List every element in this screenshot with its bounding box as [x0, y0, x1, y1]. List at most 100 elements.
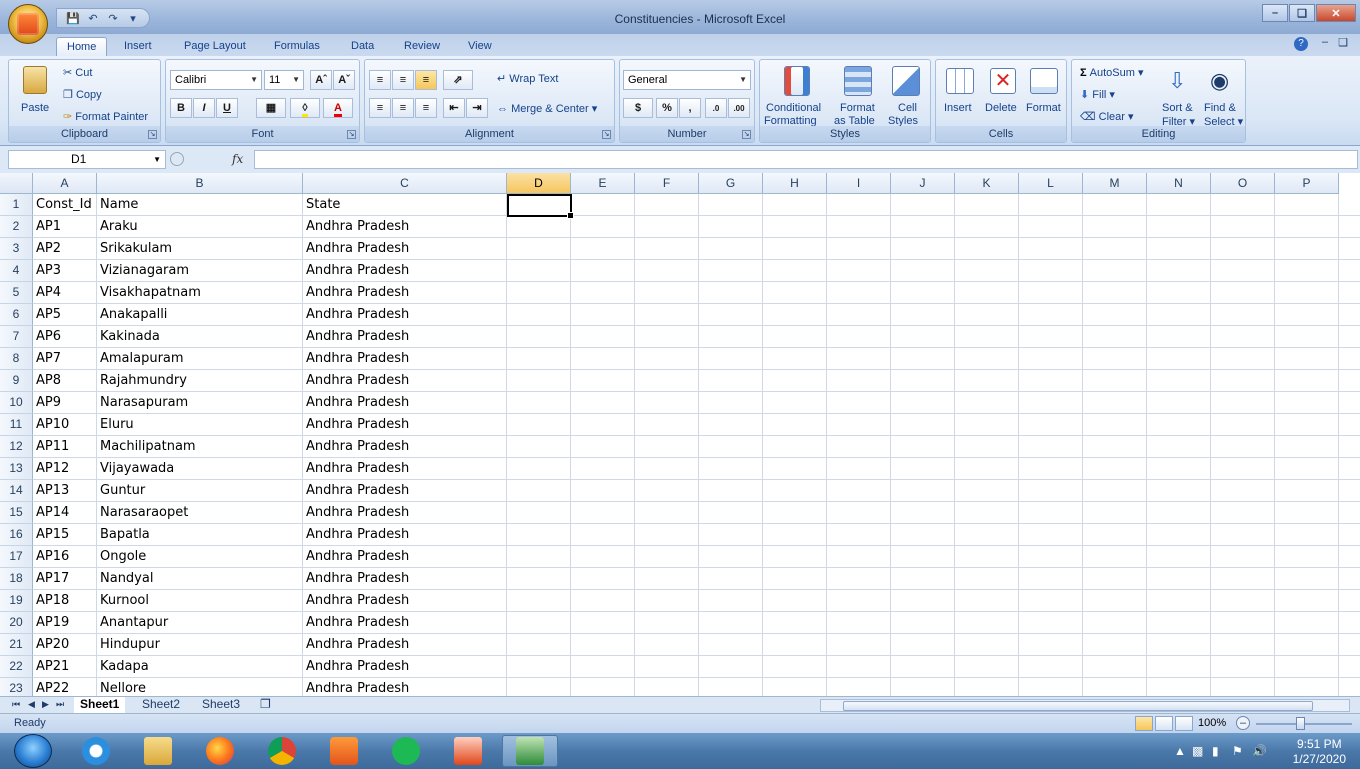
decrease-decimal-button[interactable]: .00	[728, 98, 750, 118]
restore-window-icon[interactable]: ❑	[1338, 36, 1348, 49]
row-header[interactable]: 7	[0, 326, 33, 348]
help-icon[interactable]: ?	[1294, 37, 1308, 51]
column-header-m[interactable]: M	[1083, 173, 1147, 194]
cell-a18[interactable]: AP17	[33, 568, 96, 590]
row-header[interactable]: 11	[0, 414, 33, 436]
cell-c23[interactable]: Andhra Pradesh	[303, 678, 506, 696]
italic-button[interactable]: I	[193, 98, 215, 118]
row-header[interactable]: 17	[0, 546, 33, 568]
align-bottom-button[interactable]: ≡	[415, 70, 437, 90]
row-header[interactable]: 14	[0, 480, 33, 502]
column-header-f[interactable]: F	[635, 173, 699, 194]
align-middle-button[interactable]: ≡	[392, 70, 414, 90]
row-header[interactable]: 15	[0, 502, 33, 524]
select-all-corner[interactable]	[0, 173, 33, 194]
clock[interactable]: 9:51 PM 1/27/2020	[1293, 737, 1346, 767]
tab-formulas[interactable]: Formulas	[264, 37, 330, 56]
row-header[interactable]: 23	[0, 678, 33, 696]
cell-b2[interactable]: Araku	[97, 216, 302, 238]
cell-c21[interactable]: Andhra Pradesh	[303, 634, 506, 656]
row-header[interactable]: 1	[0, 194, 33, 216]
borders-button[interactable]: ▦	[256, 98, 286, 118]
taskbar-spotify[interactable]	[378, 735, 434, 767]
column-header-d[interactable]: D	[507, 173, 571, 194]
tab-page-layout[interactable]: Page Layout	[174, 37, 256, 56]
font-launcher-icon[interactable]: ↘	[347, 130, 356, 139]
column-header-l[interactable]: L	[1019, 173, 1083, 194]
cell-a4[interactable]: AP3	[33, 260, 96, 282]
cell-b4[interactable]: Vizianagaram	[97, 260, 302, 282]
comma-button[interactable]: ,	[679, 98, 701, 118]
cell-a19[interactable]: AP18	[33, 590, 96, 612]
underline-button[interactable]: U	[216, 98, 238, 118]
sheet-tab-sheet3[interactable]: Sheet3	[196, 697, 246, 713]
copy-button[interactable]: ❐ Copy	[63, 88, 102, 101]
align-center-button[interactable]: ≡	[392, 98, 414, 118]
cell-a2[interactable]: AP1	[33, 216, 96, 238]
taskbar-chrome[interactable]	[254, 735, 310, 767]
clear-button[interactable]: ⌫ Clear ▾	[1080, 110, 1134, 123]
row-header[interactable]: 20	[0, 612, 33, 634]
cell-a5[interactable]: AP4	[33, 282, 96, 304]
cell-c3[interactable]: Andhra Pradesh	[303, 238, 506, 260]
fill-color-button[interactable]: ◊	[290, 98, 320, 118]
cell-a10[interactable]: AP9	[33, 392, 96, 414]
close-button[interactable]: ✕	[1316, 4, 1356, 22]
zoom-level[interactable]: 100%	[1198, 717, 1226, 729]
row-header[interactable]: 18	[0, 568, 33, 590]
volume-icon[interactable]: 🔊	[1252, 744, 1267, 758]
row-header[interactable]: 2	[0, 216, 33, 238]
align-right-button[interactable]: ≡	[415, 98, 437, 118]
number-format-select[interactable]: General ▼	[623, 70, 751, 90]
device-icon[interactable]: ▩	[1192, 744, 1203, 758]
cell-b1[interactable]: Name	[97, 194, 302, 216]
cell-c15[interactable]: Andhra Pradesh	[303, 502, 506, 524]
cell-b23[interactable]: Nellore	[97, 678, 302, 696]
cell-c1[interactable]: State	[303, 194, 506, 216]
font-size-select[interactable]: 11 ▼	[264, 70, 304, 90]
row-header[interactable]: 10	[0, 392, 33, 414]
paste-button[interactable]: Paste	[17, 64, 53, 120]
cell-b15[interactable]: Narasaraopet	[97, 502, 302, 524]
cell-c18[interactable]: Andhra Pradesh	[303, 568, 506, 590]
row-header[interactable]: 9	[0, 370, 33, 392]
tab-review[interactable]: Review	[394, 37, 450, 56]
cell-a7[interactable]: AP6	[33, 326, 96, 348]
column-header-j[interactable]: J	[891, 173, 955, 194]
column-header-p[interactable]: P	[1275, 173, 1339, 194]
cell-b5[interactable]: Visakhapatnam	[97, 282, 302, 304]
cell-a20[interactable]: AP19	[33, 612, 96, 634]
insert-cells-button[interactable]: Insert	[940, 64, 980, 126]
zoom-out-icon[interactable]: –	[1236, 716, 1250, 730]
bold-button[interactable]: B	[170, 98, 192, 118]
cell-c19[interactable]: Andhra Pradesh	[303, 590, 506, 612]
cell-a3[interactable]: AP2	[33, 238, 96, 260]
cell-c11[interactable]: Andhra Pradesh	[303, 414, 506, 436]
cell-a22[interactable]: AP21	[33, 656, 96, 678]
font-color-button[interactable]: A	[323, 98, 353, 118]
cell-b18[interactable]: Nandyal	[97, 568, 302, 590]
taskbar-app[interactable]	[440, 735, 496, 767]
increase-indent-button[interactable]: ⇥	[466, 98, 488, 118]
column-header-g[interactable]: G	[699, 173, 763, 194]
fill-button[interactable]: ⬇ Fill ▾	[1080, 88, 1115, 101]
column-header-h[interactable]: H	[763, 173, 827, 194]
cell-c8[interactable]: Andhra Pradesh	[303, 348, 506, 370]
sheet-tab-sheet1[interactable]: Sheet1	[74, 697, 126, 713]
cell-c16[interactable]: Andhra Pradesh	[303, 524, 506, 546]
clipboard-launcher-icon[interactable]: ↘	[148, 130, 157, 139]
column-header-k[interactable]: K	[955, 173, 1019, 194]
spreadsheet-grid[interactable]: A B C D E F G H I J K L M N O P 1 Const_Id Name State 2 AP1 Ar…	[0, 173, 1360, 696]
row-header[interactable]: 5	[0, 282, 33, 304]
cell-b21[interactable]: Hindupur	[97, 634, 302, 656]
decrease-indent-button[interactable]: ⇤	[443, 98, 465, 118]
minimize-ribbon-icon[interactable]: –	[1322, 36, 1328, 48]
start-button[interactable]	[14, 734, 52, 768]
horizontal-scrollbar[interactable]	[820, 699, 1350, 712]
percent-button[interactable]: %	[656, 98, 678, 118]
cell-c14[interactable]: Andhra Pradesh	[303, 480, 506, 502]
cell-a23[interactable]: AP22	[33, 678, 96, 696]
tab-view[interactable]: View	[458, 37, 502, 56]
cell-b6[interactable]: Anakapalli	[97, 304, 302, 326]
cell-a15[interactable]: AP14	[33, 502, 96, 524]
